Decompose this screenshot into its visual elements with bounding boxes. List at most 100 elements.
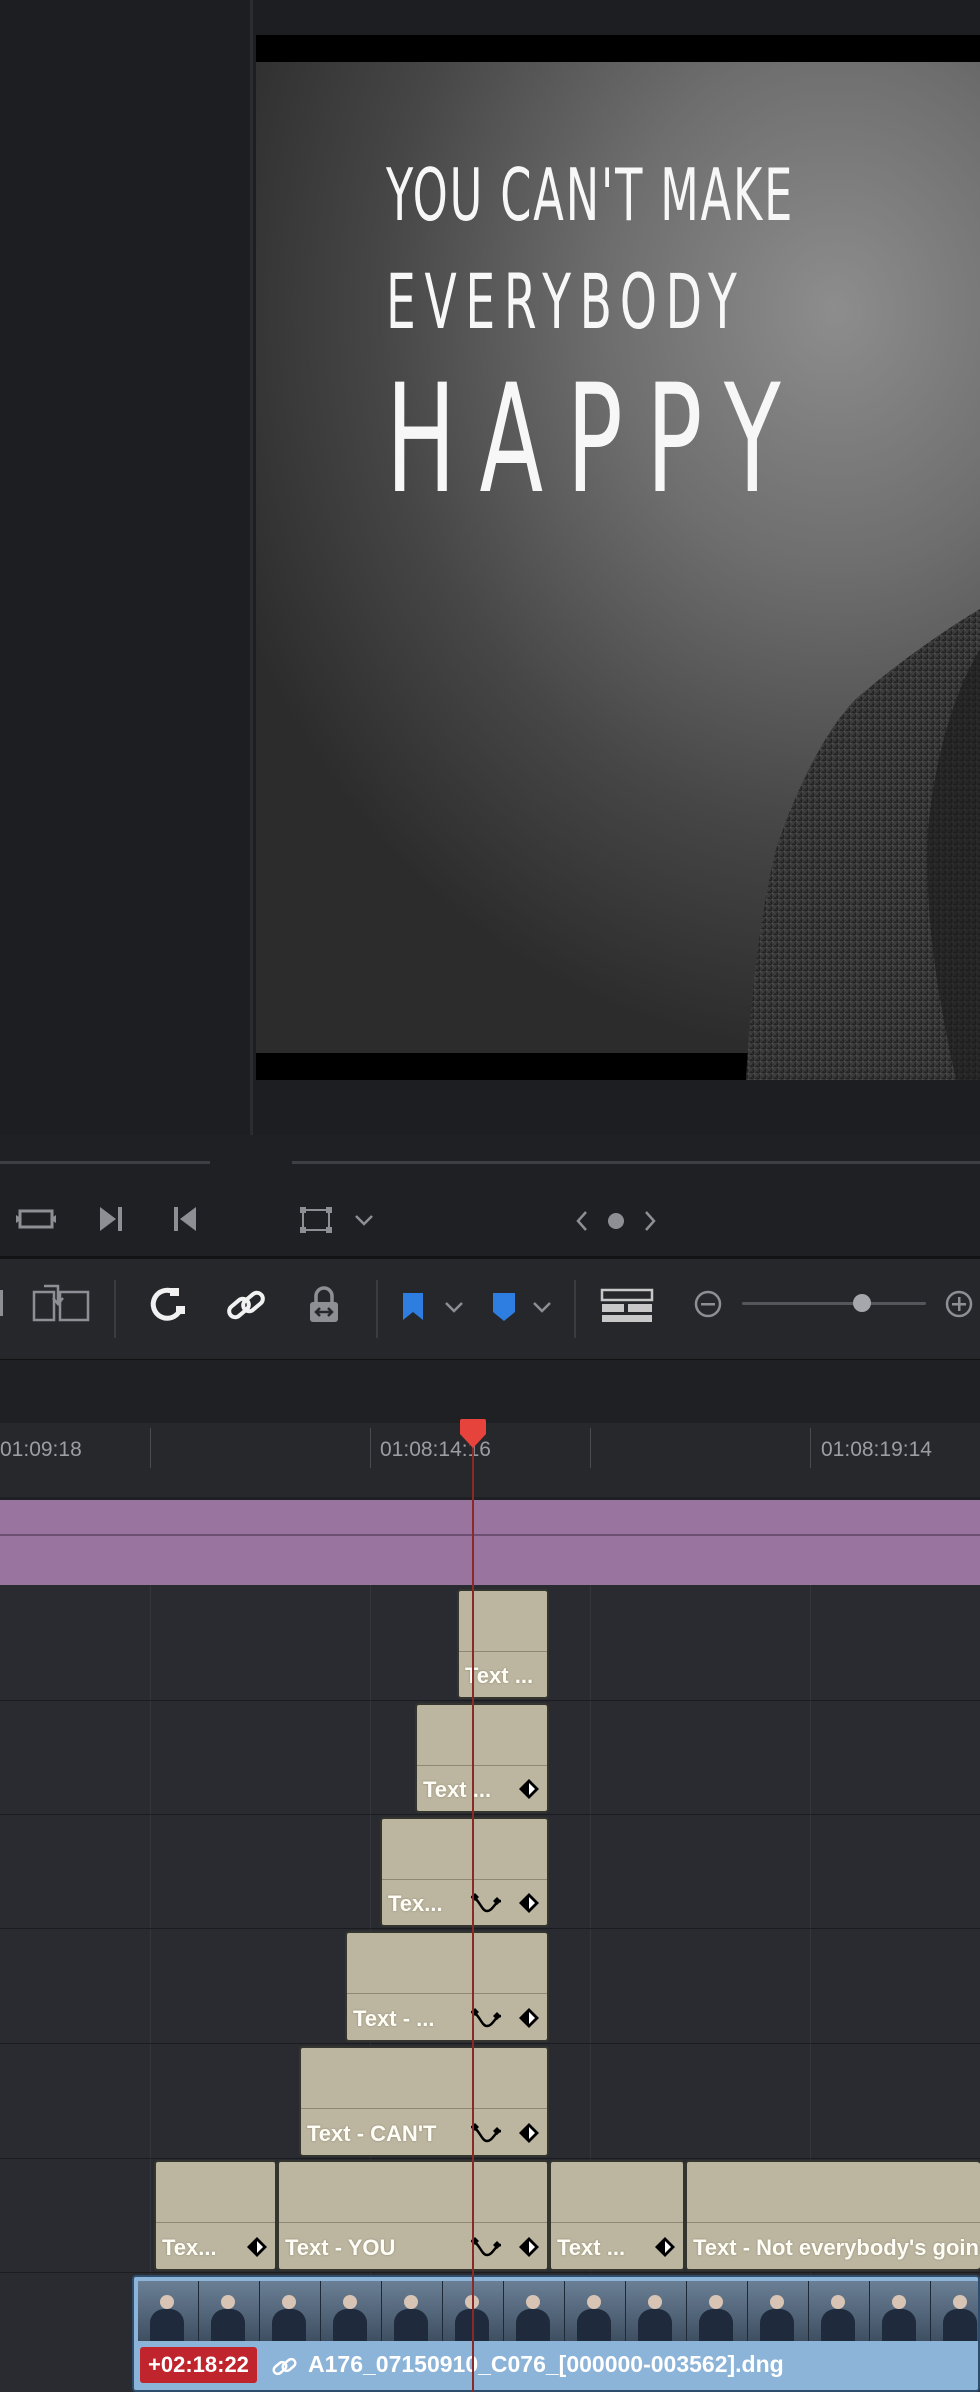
- text-clip[interactable]: Text ...: [415, 1703, 549, 1813]
- grid-line: [150, 1585, 151, 2275]
- playhead-icon[interactable]: [458, 1418, 488, 1450]
- transform-icon[interactable]: [298, 1206, 334, 1234]
- subtitle-track-divider: [0, 1534, 980, 1536]
- title-line-1: YOU CAN'T MAKE: [386, 153, 795, 237]
- clip-label: Text - ...: [353, 2006, 435, 2031]
- transport-bar: [0, 1135, 980, 1260]
- keyframe-icon[interactable]: [517, 1777, 541, 1801]
- keyframe-icon[interactable]: [245, 2235, 269, 2259]
- track-divider: [0, 1814, 980, 1815]
- ruler-label: 01:08:19:14: [821, 1438, 932, 1461]
- chevron-down-icon[interactable]: [354, 1213, 374, 1227]
- loop-icon[interactable]: [14, 1203, 58, 1235]
- title-line-2: EVERYBODY: [386, 257, 746, 346]
- chevron-down-icon[interactable]: [532, 1300, 552, 1314]
- lock-icon[interactable]: [306, 1284, 342, 1326]
- link-icon: [272, 2357, 297, 2376]
- keyframe-icon[interactable]: [653, 2235, 677, 2259]
- curve-icon[interactable]: [469, 2235, 503, 2259]
- curve-icon[interactable]: [469, 1891, 503, 1915]
- clip-midline: [279, 2222, 547, 2223]
- subtitle-track[interactable]: [0, 1500, 980, 1585]
- track-divider: [0, 2043, 980, 2044]
- ruler-label: 01:09:18: [0, 1438, 82, 1461]
- text-clip[interactable]: Tex...: [380, 1817, 549, 1927]
- clip-midline: [551, 2222, 683, 2223]
- video-preview: YOU CAN'T MAKE EVERYBODY HAPPY: [256, 35, 980, 1080]
- clip-thumbnail: [321, 2281, 382, 2341]
- zoom-slider-thumb[interactable]: [853, 1294, 871, 1312]
- playhead-line[interactable]: [472, 1438, 474, 2392]
- ruler-tick: [810, 1428, 811, 1468]
- curve-icon[interactable]: [469, 2006, 503, 2030]
- clip-thumbnail: [138, 2281, 199, 2341]
- keyframe-icon[interactable]: [517, 1891, 541, 1915]
- clip-midline: [347, 1993, 547, 1994]
- ruler-tick: [150, 1428, 151, 1468]
- keyframe-icon[interactable]: [517, 2006, 541, 2030]
- clip-label: Tex...: [162, 2235, 217, 2260]
- ruler-tick: [370, 1428, 371, 1468]
- clip-thumbnail: [809, 2281, 870, 2341]
- clip-midline: [417, 1765, 547, 1766]
- nav-right-icon[interactable]: [642, 1210, 658, 1232]
- next-frame-icon[interactable]: [96, 1205, 126, 1233]
- text-clip[interactable]: Text ...: [549, 2160, 685, 2271]
- clip-label: Text ...: [423, 1777, 492, 1802]
- clip-midline: [156, 2222, 275, 2223]
- zoom-out-icon[interactable]: [693, 1289, 723, 1319]
- curve-icon[interactable]: [469, 2121, 503, 2145]
- snapping-icon[interactable]: [146, 1286, 190, 1326]
- flag-icon[interactable]: [400, 1290, 426, 1324]
- timeline-header: [0, 1359, 980, 1424]
- track-divider: [0, 1928, 980, 1929]
- text-clip[interactable]: Text - CAN'T: [299, 2046, 549, 2157]
- clip-label: Text ...: [557, 2235, 626, 2260]
- zoom-in-icon[interactable]: [944, 1289, 974, 1319]
- clip-label: Text ...: [465, 1663, 534, 1688]
- clip-midline: [382, 1879, 547, 1880]
- toolbar-divider: [114, 1280, 116, 1338]
- clip-thumbnail: [626, 2281, 687, 2341]
- keyframe-icon[interactable]: [517, 2235, 541, 2259]
- timeline-scrub-bar[interactable]: [292, 1161, 980, 1164]
- panel-divider[interactable]: [250, 0, 253, 1260]
- text-clip[interactable]: Text - Not everybody's going: [685, 2160, 980, 2271]
- track-divider: [0, 2158, 980, 2159]
- clip-midline: [301, 2108, 547, 2109]
- link-icon[interactable]: [224, 1286, 268, 1326]
- clip-thumbnail: [687, 2281, 748, 2341]
- track-divider: [0, 2272, 980, 2273]
- title-line-3: HAPPY: [386, 353, 805, 527]
- video-clip[interactable]: +02:18:22 A176_07150910_C076_[000000-003…: [132, 2275, 980, 2392]
- clip-thumbnail: [260, 2281, 321, 2341]
- clip-offset-badge: +02:18:22: [140, 2347, 257, 2383]
- nav-dot-icon[interactable]: [606, 1211, 626, 1231]
- clip-label: Text - YOU: [285, 2235, 396, 2260]
- text-clip[interactable]: Text - ...: [345, 1931, 549, 2042]
- previous-frame-icon[interactable]: [170, 1205, 200, 1233]
- clip-midline: [687, 2222, 980, 2223]
- source-scrub-bar[interactable]: [0, 1161, 210, 1164]
- keyframe-icon[interactable]: [517, 2121, 541, 2145]
- nav-left-icon[interactable]: [574, 1210, 590, 1232]
- clip-label: Text - CAN'T: [307, 2121, 437, 2146]
- clip-name: A176_07150910_C076_[000000-003562].dng: [308, 2351, 784, 2377]
- text-clip[interactable]: Tex...: [154, 2160, 277, 2271]
- clip-label: Text - Not everybody's going: [693, 2235, 980, 2260]
- text-clip[interactable]: Text - YOU: [277, 2160, 549, 2271]
- zoom-slider[interactable]: [742, 1302, 926, 1305]
- text-clip[interactable]: Text ...: [457, 1589, 549, 1699]
- clip-thumbnail: [199, 2281, 260, 2341]
- toolbar-divider: [574, 1280, 576, 1338]
- chevron-down-icon[interactable]: [444, 1300, 464, 1314]
- toolbar-divider: [376, 1280, 378, 1338]
- clip-thumbnail: [382, 2281, 443, 2341]
- marker-icon[interactable]: [490, 1290, 518, 1324]
- clip-thumbnail: [931, 2281, 978, 2341]
- clip-thumbnail: [748, 2281, 809, 2341]
- replace-icon[interactable]: [0, 1284, 94, 1328]
- timeline-view-icon[interactable]: [600, 1288, 654, 1324]
- clip-thumbnails: [138, 2281, 978, 2341]
- track-divider: [0, 1700, 980, 1701]
